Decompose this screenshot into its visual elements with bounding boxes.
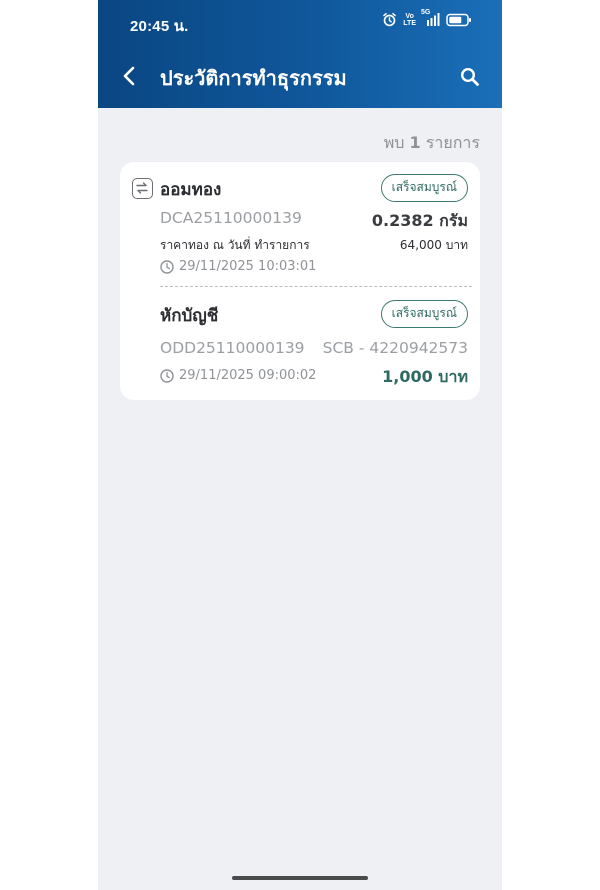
transaction-title: ออมทอง — [160, 180, 222, 200]
datetime-text: 29/11/2025 10:03:01 — [179, 259, 317, 274]
transaction-ref: DCA25110000139 — [160, 209, 302, 227]
result-count-prefix: พบ — [383, 133, 405, 152]
chevron-left-icon — [123, 66, 135, 86]
transfer-icon — [132, 178, 153, 199]
alarm-icon — [382, 12, 397, 27]
result-count: พบ 1 รายการ — [384, 131, 480, 156]
divider — [160, 286, 472, 287]
status-time: 20:45 น. — [130, 18, 189, 35]
clock-icon — [160, 259, 174, 274]
signal-label: 5G — [421, 9, 431, 16]
battery-icon — [446, 13, 472, 27]
clock-icon — [160, 368, 174, 383]
volte-bottom-label: LTE — [403, 19, 416, 27]
datetime-text: 29/11/2025 09:00:02 — [179, 368, 317, 383]
status-icons: Vo LTE 5G — [382, 9, 472, 27]
search-button[interactable] — [458, 65, 482, 89]
result-count-number: 1 — [409, 133, 421, 152]
transaction-datetime: 29/11/2025 10:03:01 — [160, 259, 316, 274]
back-button[interactable] — [118, 63, 142, 89]
transaction-datetime: 29/11/2025 09:00:02 — [160, 368, 316, 383]
status-badge: เสร็จสมบูรณ์ — [380, 174, 468, 202]
volte-top-label: Vo — [405, 12, 414, 20]
volte-icon: Vo LTE — [403, 13, 416, 27]
bank-account: SCB - 4220942573 — [322, 339, 468, 357]
result-count-suffix: รายการ — [425, 133, 480, 152]
transaction-card[interactable]: ออมทอง เสร็จสมบูรณ์ DCA25110000139 0.238… — [120, 162, 480, 400]
home-indicator[interactable] — [232, 876, 368, 880]
status-badge: เสร็จสมบูรณ์ — [380, 300, 468, 328]
search-icon — [460, 67, 479, 86]
transaction-title: หักบัญชี — [160, 306, 219, 326]
page-title: ประวัติการทำธุรกรรม — [160, 66, 347, 90]
debit-amount: 1,000 บาท — [382, 367, 468, 386]
gold-amount: 0.2382 กรัม — [371, 211, 468, 230]
app-header: 20:45 น. Vo LTE 5G ประวัติการทำธุรกรรม — [98, 0, 502, 108]
gold-price-label: ราคาทอง ณ วันที่ ทำรายการ — [160, 238, 310, 252]
signal-icon: 5G — [421, 9, 440, 27]
transaction-ref: ODD25110000139 — [160, 339, 305, 357]
gold-price-value: 64,000 บาท — [399, 238, 468, 252]
app-screen: 20:45 น. Vo LTE 5G ประวัติการทำธุรกรรม พ… — [98, 0, 502, 890]
